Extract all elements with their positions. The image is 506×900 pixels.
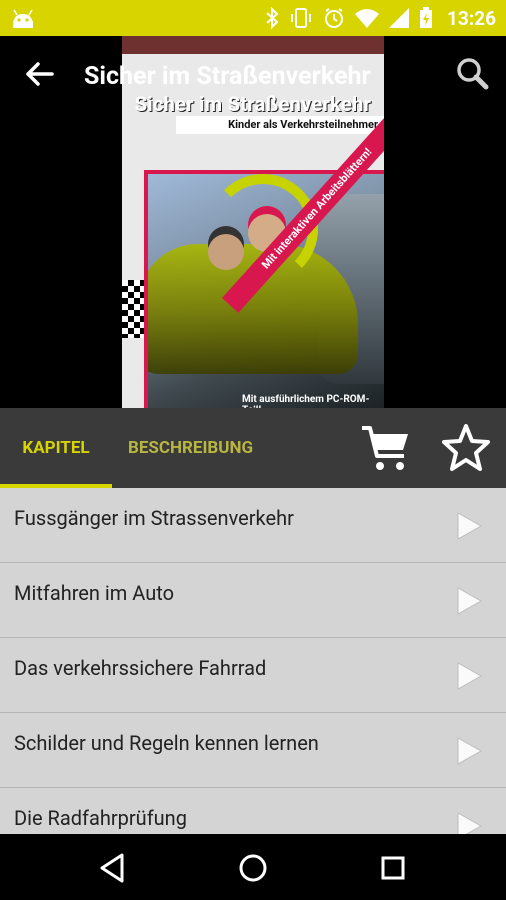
- list-item[interactable]: Die Radfahrprüfung: [0, 788, 506, 834]
- list-item[interactable]: Das verkehrssichere Fahrrad: [0, 638, 506, 713]
- book-cover-image: Sicher im Straßenverkehr Kinder als Verk…: [122, 36, 384, 408]
- play-icon[interactable]: [454, 810, 484, 834]
- tab-kapitel[interactable]: KAPITEL: [0, 408, 112, 488]
- cover-subtitle: Kinder als Verkehrsteilnehmer: [176, 116, 384, 134]
- search-icon[interactable]: [452, 54, 494, 96]
- chapter-label: Das verkehrssichere Fahrrad: [14, 656, 267, 680]
- play-icon[interactable]: [454, 660, 484, 692]
- chapter-label: Fussgänger im Strassenverkehr: [14, 506, 294, 530]
- tab-bar: KAPITEL BESCHREIBUNG: [0, 408, 506, 488]
- cover-child: [208, 234, 244, 270]
- android-icon: [13, 9, 33, 28]
- cover-top-band: [122, 36, 384, 54]
- play-icon[interactable]: [454, 510, 484, 542]
- list-item[interactable]: Fussgänger im Strassenverkehr: [0, 488, 506, 563]
- header-hero: Sicher im Straßenverkehr Kinder als Verk…: [0, 36, 506, 408]
- chapter-list: Fussgänger im Strassenverkehr Mitfahren …: [0, 488, 506, 834]
- nav-recents-icon[interactable]: [376, 851, 410, 885]
- list-item[interactable]: Schilder und Regeln kennen lernen: [0, 713, 506, 788]
- play-icon[interactable]: [454, 585, 484, 617]
- system-nav-bar: [0, 834, 506, 900]
- bluetooth-icon: [266, 7, 279, 29]
- app-bar-title: Sicher im Straßenverkehr: [84, 62, 371, 91]
- list-item[interactable]: Mitfahren im Auto: [0, 563, 506, 638]
- status-time: 13:26: [447, 6, 496, 30]
- alarm-icon: [325, 8, 344, 28]
- cover-checker-pattern: [122, 280, 144, 338]
- cover-footer-text: Mit ausführlichem PC-ROM-Teil!: [242, 394, 370, 408]
- status-bar: 13:26: [0, 0, 506, 36]
- back-arrow-icon[interactable]: [18, 56, 60, 92]
- cart-icon[interactable]: [360, 422, 412, 474]
- cover-headline: Sicher im Straßenverkehr: [134, 92, 372, 116]
- wifi-icon: [355, 9, 380, 28]
- play-icon[interactable]: [454, 735, 484, 767]
- vibrate-icon: [291, 8, 312, 28]
- chapter-label: Mitfahren im Auto: [14, 581, 174, 605]
- cover-photo: [144, 170, 384, 408]
- nav-home-icon[interactable]: [236, 851, 270, 885]
- chapter-label: Die Radfahrprüfung: [14, 806, 187, 830]
- chapter-label: Schilder und Regeln kennen lernen: [14, 731, 319, 755]
- signal-icon: [389, 8, 410, 28]
- battery-icon: [420, 7, 433, 28]
- nav-back-icon[interactable]: [96, 851, 130, 885]
- star-outline-icon[interactable]: [440, 422, 492, 474]
- tab-beschreibung[interactable]: BESCHREIBUNG: [128, 408, 253, 488]
